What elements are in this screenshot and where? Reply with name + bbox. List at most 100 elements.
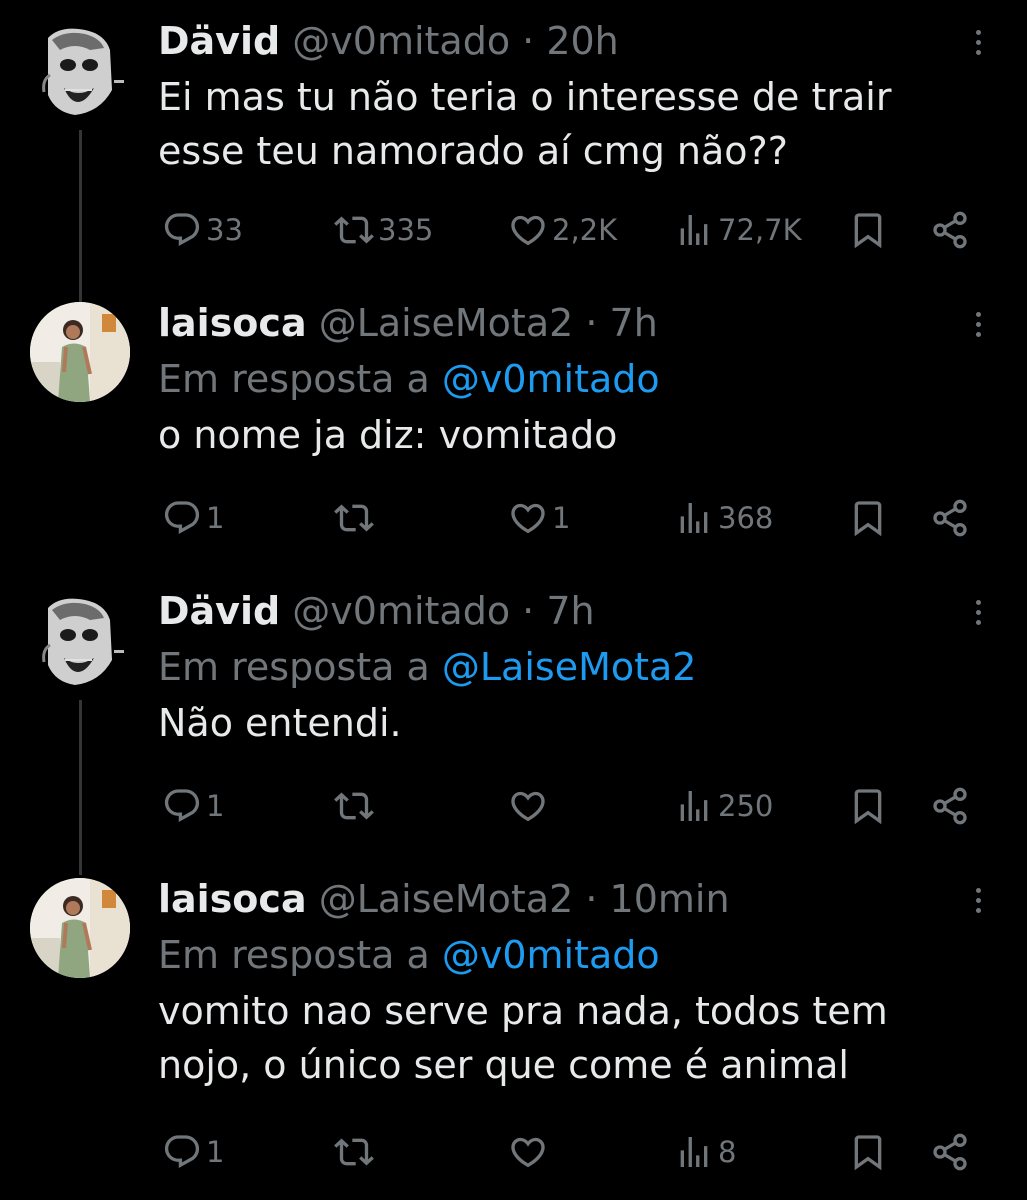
display-name[interactable]: Dävid <box>158 589 280 633</box>
retweet-button[interactable] <box>334 786 378 826</box>
views-icon <box>680 1137 708 1167</box>
share-icon <box>933 1133 967 1171</box>
retweet-count: 335 <box>378 213 434 247</box>
heart-icon <box>511 1137 545 1168</box>
bookmark-icon <box>854 1135 882 1171</box>
reply-prefix: Em resposta a <box>158 645 442 689</box>
thread-line <box>79 700 82 875</box>
like-button[interactable]: 2,2K <box>508 210 617 250</box>
handle[interactable]: @LaiseMota2 <box>319 301 574 345</box>
more-icon[interactable] <box>972 600 984 625</box>
views-count: 368 <box>718 501 774 535</box>
action-bar: 1 8 <box>158 1132 988 1172</box>
reply-context: Em resposta a @LaiseMota2 <box>158 644 958 690</box>
tweet-text: Não entendi. <box>158 701 402 745</box>
reply-icon <box>164 1135 200 1168</box>
share-icon <box>933 787 967 825</box>
display-name[interactable]: laisoca <box>158 301 307 345</box>
avatar[interactable] <box>30 878 130 978</box>
reply-count: 1 <box>206 1135 225 1169</box>
tweet-text: Ei mas tu não teria o interesse de trair… <box>158 75 892 173</box>
reply-prefix: Em resposta a <box>158 933 442 977</box>
reply-button[interactable]: 1 <box>162 498 224 538</box>
reply-context: Em resposta a @v0mitado <box>158 932 958 978</box>
handle[interactable]: @v0mitado <box>292 589 510 633</box>
heart-icon <box>511 215 545 246</box>
action-bar: 33 335 2,2K 72,7K <box>158 210 988 250</box>
reply-count: 1 <box>206 789 225 823</box>
views-icon <box>680 503 708 533</box>
reply-count: 1 <box>206 501 225 535</box>
heart-icon <box>511 503 545 534</box>
reply-mention[interactable]: @v0mitado <box>442 357 660 401</box>
display-name[interactable]: Dävid <box>158 19 280 63</box>
share-icon <box>933 499 967 537</box>
views-count: 8 <box>718 1135 737 1169</box>
reply-button[interactable]: 1 <box>162 786 224 826</box>
bookmark-button[interactable] <box>848 210 888 250</box>
retweet-button[interactable] <box>334 498 378 538</box>
bookmark-button[interactable] <box>848 786 888 826</box>
tweet-text: o nome ja diz: vomitado <box>158 413 618 457</box>
timestamp[interactable]: · 7h <box>522 589 594 633</box>
views-count: 72,7K <box>718 213 802 247</box>
avatar-image <box>30 590 130 690</box>
reply-mention[interactable]: @LaiseMota2 <box>442 645 697 689</box>
avatar[interactable] <box>30 590 130 690</box>
bookmark-button[interactable] <box>848 498 888 538</box>
views-button[interactable]: 368 <box>674 498 773 538</box>
avatar[interactable] <box>30 20 130 120</box>
share-icon <box>933 211 967 249</box>
display-name[interactable]: laisoca <box>158 877 307 921</box>
reply-prefix: Em resposta a <box>158 357 442 401</box>
retweet-icon <box>334 504 374 532</box>
reply-mention[interactable]: @v0mitado <box>442 933 660 977</box>
bookmark-icon <box>854 789 882 825</box>
avatar-image <box>30 878 130 978</box>
timestamp[interactable]: · 20h <box>522 19 619 63</box>
views-button[interactable]: 8 <box>674 1132 736 1172</box>
bookmark-icon <box>854 213 882 249</box>
views-icon <box>680 215 708 245</box>
tweet-1[interactable]: Dävid @v0mitado · 20h Ei mas tu não teri… <box>0 18 1027 305</box>
more-icon[interactable] <box>972 312 984 337</box>
reply-context: Em resposta a @v0mitado <box>158 356 958 402</box>
tweet-header: Dävid @v0mitado · 7h <box>158 588 958 634</box>
views-icon <box>680 791 708 821</box>
timestamp[interactable]: · 7h <box>585 301 657 345</box>
timestamp[interactable]: · 10min <box>585 877 729 921</box>
retweet-icon <box>334 792 374 820</box>
handle[interactable]: @v0mitado <box>292 19 510 63</box>
tweet-4[interactable]: laisoca @LaiseMota2 · 10min Em resposta … <box>0 876 1027 1196</box>
like-count: 2,2K <box>552 213 618 247</box>
tweet-header: Dävid @v0mitado · 20h <box>158 18 958 64</box>
tweet-header: laisoca @LaiseMota2 · 7h <box>158 300 958 346</box>
retweet-button[interactable]: 335 <box>334 210 433 250</box>
like-button[interactable] <box>508 786 552 826</box>
views-button[interactable]: 72,7K <box>674 210 802 250</box>
retweet-icon <box>334 1138 374 1166</box>
share-button[interactable] <box>930 1132 970 1172</box>
tweet-2[interactable]: laisoca @LaiseMota2 · 7h Em resposta a @… <box>0 300 1027 570</box>
tweet-3[interactable]: Dävid @v0mitado · 7h Em resposta a @Lais… <box>0 588 1027 875</box>
share-button[interactable] <box>930 498 970 538</box>
more-icon[interactable] <box>972 888 984 913</box>
reply-button[interactable]: 1 <box>162 1132 224 1172</box>
like-button[interactable] <box>508 1132 552 1172</box>
reply-icon <box>164 501 200 534</box>
handle[interactable]: @LaiseMota2 <box>319 877 574 921</box>
like-button[interactable]: 1 <box>508 498 570 538</box>
retweet-button[interactable] <box>334 1132 378 1172</box>
more-icon[interactable] <box>972 30 984 55</box>
avatar[interactable] <box>30 302 130 402</box>
views-button[interactable]: 250 <box>674 786 773 826</box>
tweet-text: vomito nao serve pra nada, todos tem noj… <box>158 989 888 1087</box>
reply-button[interactable]: 33 <box>162 210 243 250</box>
bookmark-button[interactable] <box>848 1132 888 1172</box>
thread-line <box>79 130 82 305</box>
share-button[interactable] <box>930 786 970 826</box>
retweet-icon <box>334 216 374 244</box>
avatar-image <box>30 20 130 120</box>
reply-icon <box>164 789 200 822</box>
share-button[interactable] <box>930 210 970 250</box>
